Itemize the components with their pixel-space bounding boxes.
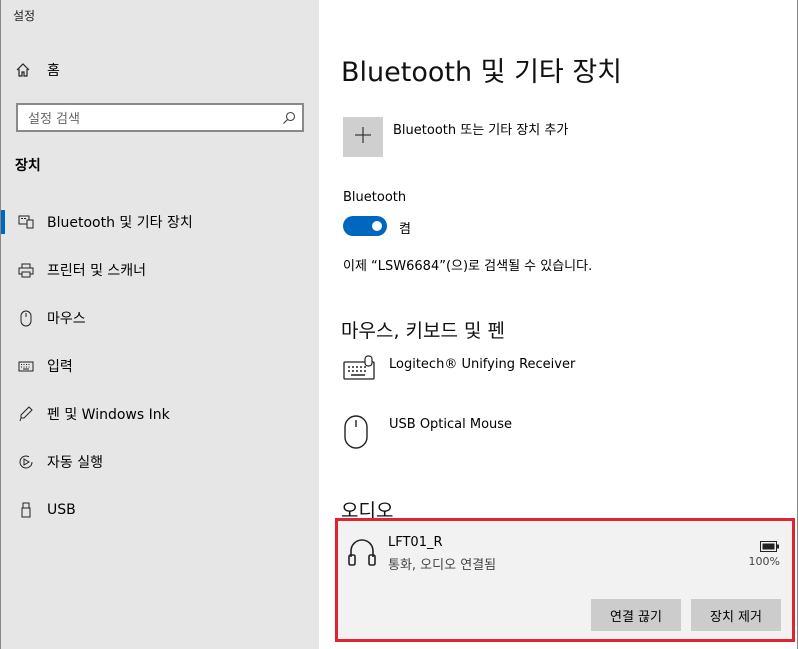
mouse-icon xyxy=(343,415,389,459)
sidebar: 설정 홈 설정 검색 장치 Bluetooth 및 기타 장치 프린터 및 스캐… xyxy=(0,0,319,649)
disconnect-button[interactable]: 연결 끊기 xyxy=(591,599,681,631)
bluetooth-devices-icon xyxy=(16,215,36,229)
bluetooth-toggle[interactable] xyxy=(343,216,387,236)
sidebar-item-typing[interactable]: 입력 xyxy=(1,348,319,384)
search-input[interactable]: 설정 검색 xyxy=(16,103,304,132)
sidebar-item-printers[interactable]: 프린터 및 스캐너 xyxy=(1,252,319,288)
section-label-devices: 장치 xyxy=(15,158,41,174)
add-device-button[interactable] xyxy=(343,117,383,157)
sidebar-item-label: 자동 실행 xyxy=(47,455,103,471)
search-placeholder: 설정 검색 xyxy=(28,112,80,127)
search-icon[interactable] xyxy=(282,110,296,129)
home-label: 홈 xyxy=(47,63,60,79)
sidebar-item-home[interactable]: 홈 xyxy=(15,60,60,80)
plus-icon xyxy=(354,126,372,148)
device-item-lft01-r[interactable]: LFT01_R 통화, 오디오 연결됨 100% 연결 끊기 장치 제거 xyxy=(338,521,792,639)
sidebar-item-bluetooth[interactable]: Bluetooth 및 기타 장치 xyxy=(1,204,319,240)
mouse-icon xyxy=(16,310,36,327)
bluetooth-label: Bluetooth xyxy=(343,190,407,205)
sidebar-item-label: 입력 xyxy=(47,359,73,375)
add-device-label[interactable]: Bluetooth 또는 기타 장치 추가 xyxy=(393,119,568,138)
printer-icon xyxy=(16,263,36,278)
device-item-logitech-receiver[interactable]: Logitech® Unifying Receiver xyxy=(343,355,763,399)
discoverable-text: 이제 “LSW6684”(으)로 검색될 수 있습니다. xyxy=(343,259,593,274)
pen-icon xyxy=(16,406,36,422)
device-status: 통화, 오디오 연결됨 xyxy=(388,558,497,573)
sidebar-item-label: USB xyxy=(47,502,76,518)
home-icon xyxy=(15,62,37,78)
sidebar-item-label: 프린터 및 스캐너 xyxy=(47,263,147,279)
sidebar-item-usb[interactable]: USB xyxy=(1,492,319,528)
sidebar-item-autoplay[interactable]: 자동 실행 xyxy=(1,444,319,480)
sidebar-item-pen[interactable]: 펜 및 Windows Ink xyxy=(1,396,319,432)
headphones-icon xyxy=(348,537,376,571)
keyboard-icon xyxy=(343,355,389,399)
device-item-usb-optical-mouse[interactable]: USB Optical Mouse xyxy=(343,415,763,459)
section-heading-mouse-keyboard-pen: 마우스, 키보드 및 펜 xyxy=(341,320,505,342)
battery-icon xyxy=(760,537,780,556)
device-name: USB Optical Mouse xyxy=(389,417,513,432)
page-title: Bluetooth 및 기타 장치 xyxy=(341,57,623,88)
bluetooth-state: 켬 xyxy=(399,222,411,237)
sidebar-item-label: 펜 및 Windows Ink xyxy=(47,407,170,423)
autoplay-icon xyxy=(16,454,36,470)
sidebar-item-mouse[interactable]: 마우스 xyxy=(1,300,319,336)
sidebar-item-label: 마우스 xyxy=(47,311,86,327)
keyboard-icon xyxy=(16,361,36,372)
usb-icon xyxy=(16,502,36,518)
remove-device-button[interactable]: 장치 제거 xyxy=(691,599,781,631)
app-title: 설정 xyxy=(13,9,36,23)
battery-percent: 100% xyxy=(748,555,780,568)
device-name: Logitech® Unifying Receiver xyxy=(389,357,576,372)
sidebar-item-label: Bluetooth 및 기타 장치 xyxy=(47,215,193,231)
device-name: LFT01_R xyxy=(388,535,443,550)
